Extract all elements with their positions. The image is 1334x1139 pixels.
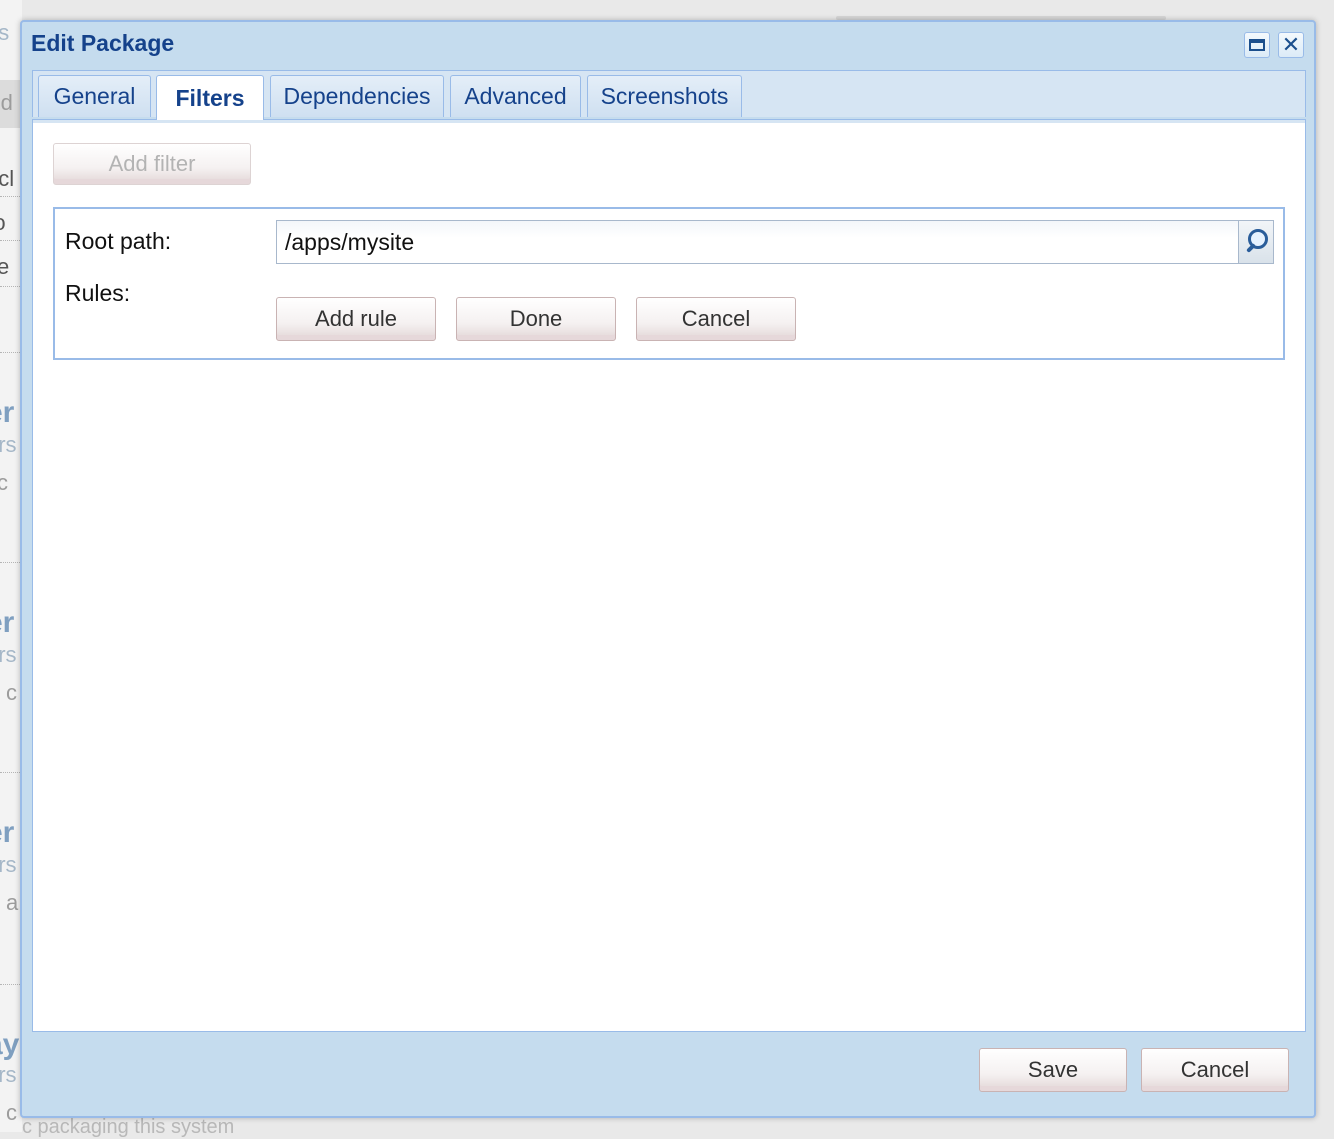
bg-divider [0, 240, 22, 241]
bg-divider [0, 286, 22, 287]
bg-divider [0, 772, 22, 773]
add-filter-button[interactable]: Add filter [53, 143, 251, 185]
filter-editor: Root path: Rules: Add rule Done Cancel [53, 207, 1285, 360]
bg-text-fragment: er [0, 396, 15, 429]
bg-text-fragment: l c [0, 470, 8, 495]
bg-text-fragment: er [0, 816, 15, 849]
root-path-input[interactable] [276, 220, 1274, 264]
dialog-title: Edit Package [31, 30, 175, 56]
add-rule-button[interactable]: Add rule [276, 297, 436, 341]
bg-text-fragment: ro [0, 210, 6, 236]
bg-text-fragment: acl [0, 166, 15, 191]
bg-text-fragment: Ed [0, 90, 13, 115]
bg-text-fragment: ers [0, 1062, 17, 1087]
cancel-filter-button[interactable]: Cancel [636, 297, 796, 341]
maximize-button[interactable] [1244, 32, 1270, 58]
close-button[interactable]: ✕ [1278, 32, 1304, 58]
background-page: es Ed acl ro ite er ers l c er ers c er … [0, 0, 22, 1132]
search-icon [1244, 229, 1268, 255]
close-icon: ✕ [1281, 32, 1301, 57]
tab-filters[interactable]: Filters [156, 75, 264, 120]
bg-divider [0, 562, 22, 563]
done-button[interactable]: Done [456, 297, 616, 341]
bg-text-fragment: ay [0, 1028, 20, 1061]
edit-package-dialog: Edit Package ✕ General Filters Dependenc… [20, 20, 1316, 1118]
browse-path-button[interactable] [1238, 220, 1274, 264]
save-button[interactable]: Save [979, 1048, 1127, 1092]
rules-label: Rules: [65, 280, 131, 306]
bg-text-fragment: er [0, 606, 15, 639]
maximize-icon [1249, 39, 1265, 51]
bg-text-fragment: a [6, 890, 19, 915]
tab-general[interactable]: General [38, 75, 151, 117]
bg-text-fragment: ers [0, 852, 17, 877]
bg-divider [0, 352, 22, 353]
bg-text-fragment: c packaging this system [22, 1116, 235, 1138]
root-path-label: Root path: [65, 228, 172, 254]
bg-divider [0, 196, 22, 197]
bg-text-fragment: ers [0, 642, 17, 667]
bg-text-fragment: es [0, 20, 10, 45]
bg-text-fragment: ite [0, 254, 10, 279]
bg-text-fragment: ers [0, 432, 17, 457]
bg-text-fragment: c [6, 1100, 17, 1125]
bg-divider [0, 984, 22, 985]
tab-dependencies[interactable]: Dependencies [270, 75, 444, 117]
tab-screenshots[interactable]: Screenshots [587, 75, 742, 117]
filters-tab-panel: Add filter Root path: Rules: Add rule Do… [32, 119, 1306, 1032]
bg-text-fragment: c [6, 680, 17, 705]
tab-advanced[interactable]: Advanced [450, 75, 581, 117]
cancel-button[interactable]: Cancel [1141, 1048, 1289, 1092]
